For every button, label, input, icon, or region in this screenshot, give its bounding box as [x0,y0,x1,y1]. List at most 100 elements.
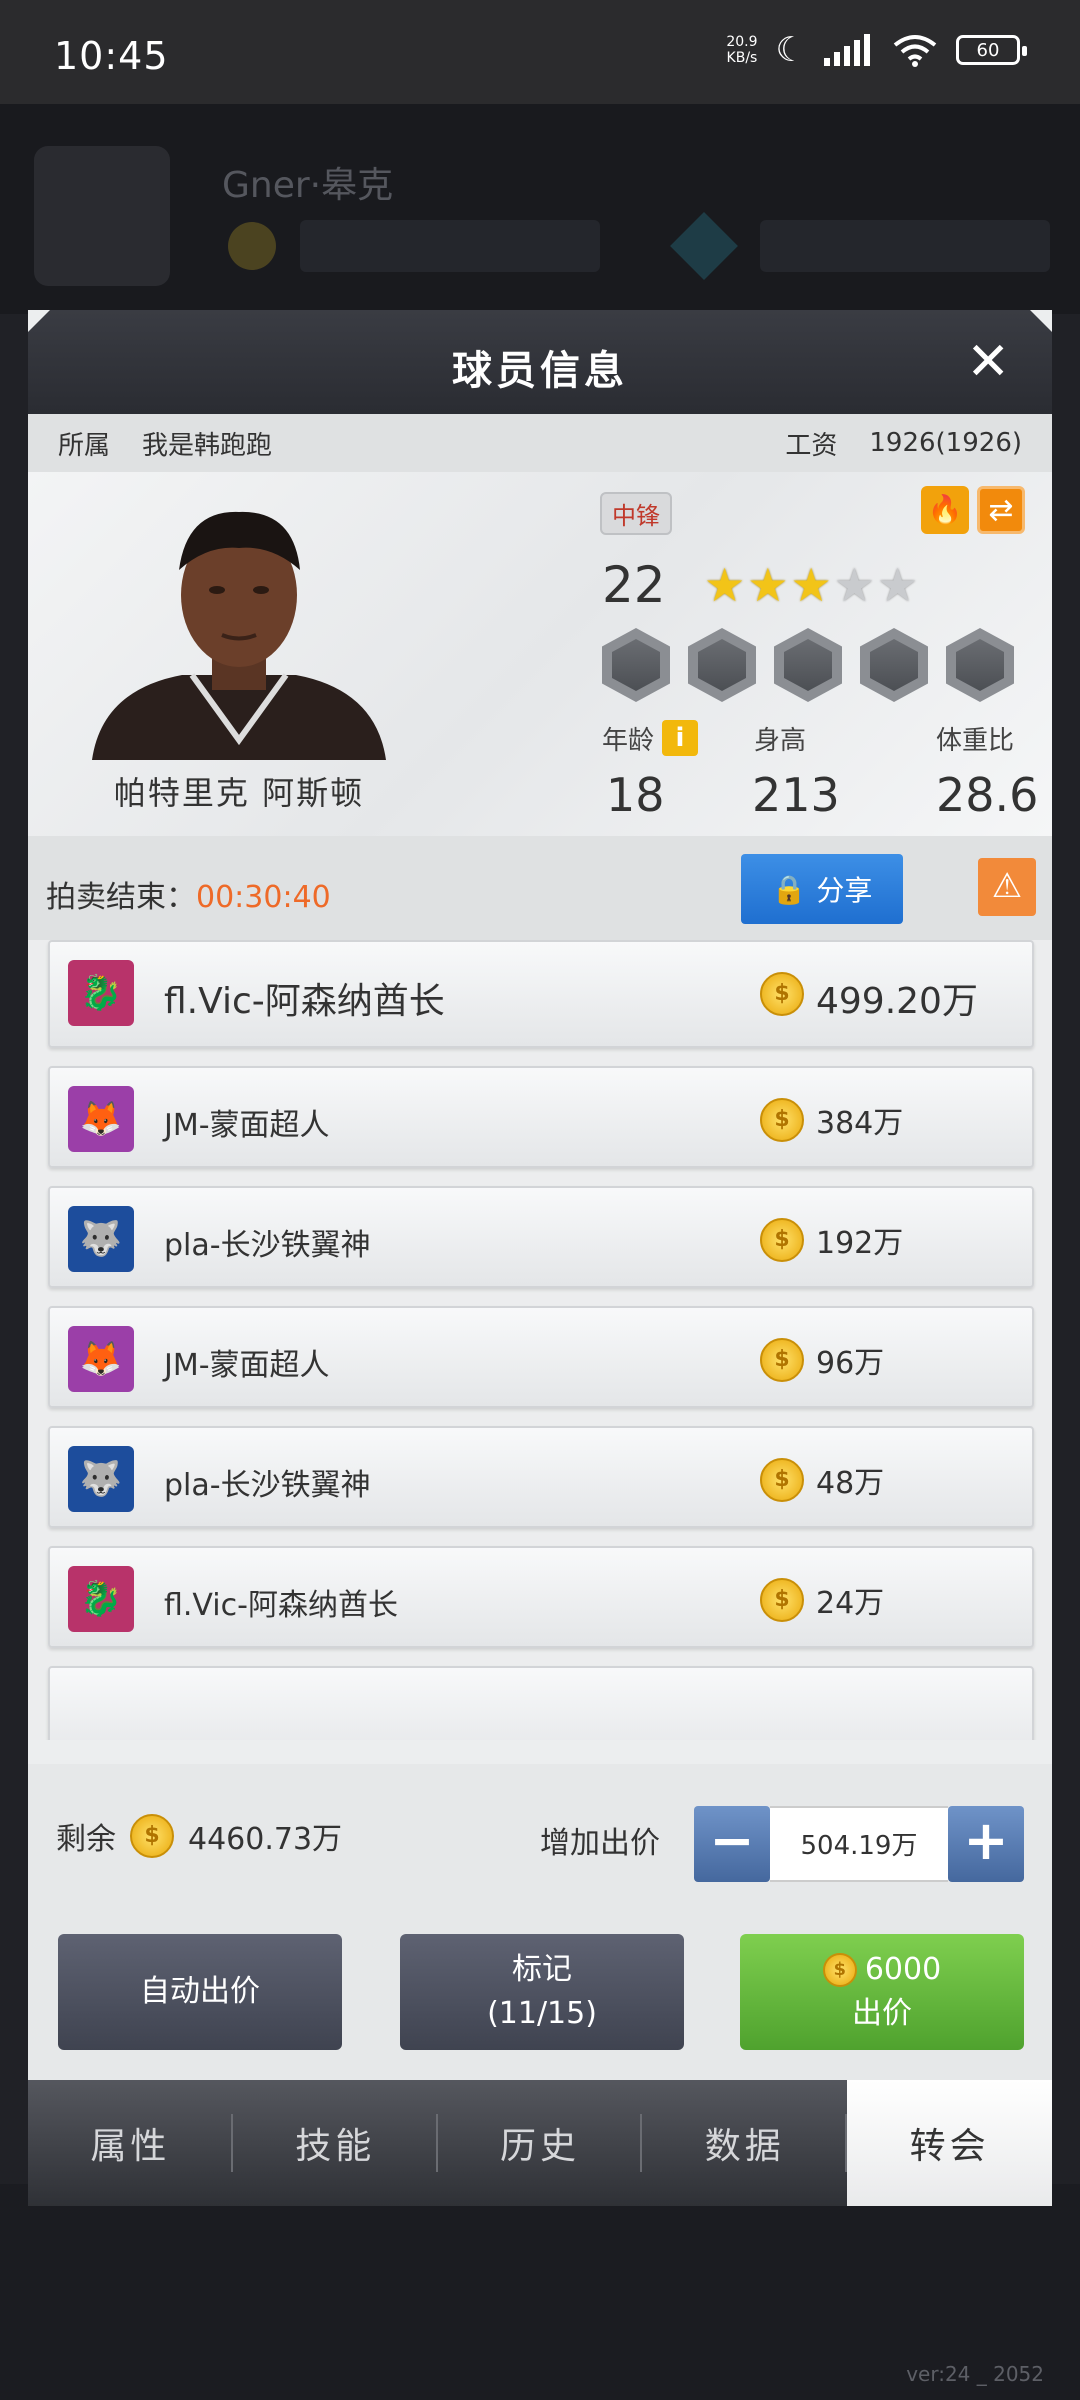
bid-team-name: fl.Vic-阿森纳酋长 [164,981,445,1022]
bid-row[interactable]: 🦊 JM-蒙面超人 $96万 [48,1306,1034,1408]
bid-amount: 24万 [816,1586,885,1621]
star-rating: ★ ★ ★ ★ ★ [704,558,918,612]
battery-icon: 60 [956,35,1027,65]
skill-slot-hex-icon[interactable] [774,628,842,702]
position-badge: 中锋 [600,492,672,535]
fire-icon[interactable]: 🔥 [921,486,969,534]
height-label: 身高 [754,726,807,756]
background-header: Gner·皋克 [0,104,1080,314]
remaining-balance: 剩余 $ 4460.73万 [56,1814,342,1858]
bid-row[interactable]: 🦊 JM-蒙面超人 $384万 [48,1066,1034,1168]
background-user-name: Gner·皋克 [222,165,394,206]
mark-button[interactable]: 标记 (11/15) [400,1934,684,2050]
info-icon[interactable]: i [662,720,699,756]
auto-bid-button[interactable]: 自动出价 [58,1934,342,2050]
tab-data[interactable]: 数据 [642,2080,847,2206]
coin-balance-bar [300,220,600,272]
bid-row[interactable]: 🐺 pla-长沙铁翼神 $192万 [48,1186,1034,1288]
salary-value: 1926(1926) [869,428,1022,458]
bid-amount: 48万 [816,1466,885,1501]
tab-attributes[interactable]: 属性 [28,2080,233,2206]
plus-button[interactable]: + [948,1806,1024,1882]
coin-icon: $ [760,1218,804,1262]
swap-icon[interactable]: ⇄ [977,486,1025,534]
skill-slot-hex-icon[interactable] [688,628,756,702]
modal-header: 球员信息 ✕ [28,310,1052,414]
player-name: 帕特里克 阿斯顿 [113,774,365,812]
increase-bid-value[interactable]: 504.19万 [770,1806,948,1882]
signal-icon [824,34,870,66]
wifi-icon [893,35,937,67]
auction-timer: 00:30:40 [196,880,331,915]
coin-icon: $ [760,1458,804,1502]
bid-amount: 192万 [816,1226,904,1261]
auto-bid-label: 自动出价 [140,1974,260,2009]
bid-amount: 384万 [816,1106,904,1141]
modal-title: 球员信息 [452,348,628,394]
network-speed: 20.9 KB/s [726,34,758,66]
share-label: 分享 [816,874,873,907]
team-logo-icon: 🐉 [68,1566,134,1632]
tab-skills[interactable]: 技能 [233,2080,438,2206]
status-icons: 20.9 KB/s ☾ 60 [726,30,1027,70]
player-portrait [92,511,386,760]
gem-icon [670,212,738,280]
team-logo-icon: 🦊 [68,1086,134,1152]
skill-slot-hex-icon[interactable] [602,628,670,702]
bid-team-name: JM-蒙面超人 [164,1348,330,1383]
bid-amount: 6000 [864,1952,942,1987]
skill-slot-hex-icon[interactable] [946,628,1014,702]
player-card: 帕特里克 阿斯顿 中锋 🔥 ⇄ 22 ★ ★ ★ ★ ★ 年龄i 身高 体重比 [28,472,1052,836]
close-icon[interactable]: ✕ [966,332,1010,392]
star-empty-icon: ★ [877,558,919,612]
bid-team-name: pla-长沙铁翼神 [164,1228,371,1263]
minus-button[interactable]: − [694,1806,770,1882]
increase-bid-label: 增加出价 [540,1826,660,1861]
tab-history[interactable]: 历史 [438,2080,643,2206]
bid-amount: 499.20万 [816,981,978,1022]
warning-icon[interactable]: ⚠ [978,858,1036,916]
moon-icon: ☾ [775,30,806,70]
remaining-value: 4460.73万 [188,1822,343,1857]
bid-team-name: fl.Vic-阿森纳酋长 [164,1588,398,1623]
team-logo-icon: 🐺 [68,1446,134,1512]
height-value: 213 [752,768,840,822]
skill-slot-hex-icon[interactable] [860,628,928,702]
tab-transfer[interactable]: 转会 [847,2080,1052,2206]
bid-stepper: − 504.19万 + [694,1806,1024,1882]
place-bid-button[interactable]: $ 6000 出价 [740,1934,1024,2050]
bid-row[interactable]: 🐺 pla-长沙铁翼神 $48万 [48,1426,1034,1528]
player-info-modal: 球员信息 ✕ 所属 我是韩跑跑 工资 1926(1926) 帕特里克 阿斯顿 中… [28,310,1052,2206]
star-icon: ★ [704,558,746,612]
clock: 10:45 [54,34,169,78]
share-button[interactable]: 🔒 分享 [741,854,903,924]
coin-icon: $ [822,1953,857,1987]
bid-amount: 96万 [816,1346,885,1381]
owner-salary-row: 所属 我是韩跑跑 工资 1926(1926) [28,414,1052,472]
mark-label: 标记 [512,1952,572,1987]
age-label: 年龄 [602,726,655,756]
coin-icon: $ [760,972,804,1016]
coin-icon: $ [760,1578,804,1622]
star-icon: ★ [747,558,789,612]
salary-label: 工资 [785,430,838,461]
bid-row[interactable]: 🐉 fl.Vic-阿森纳酋长 $499.20万 [48,940,1034,1048]
team-logo-icon: 🦊 [68,1326,134,1392]
stat-labels: 年龄 i 身高 体重比 [602,720,1032,760]
bid-label: 出价 [852,1996,912,2031]
auction-label: 拍卖结束： [46,880,196,915]
player-level: 22 [602,556,666,614]
bid-row[interactable]: 🐉 fl.Vic-阿森纳酋长 $24万 [48,1546,1034,1648]
age-label-wrap: 年龄 i [602,720,699,757]
skill-slots [602,628,1014,702]
star-icon: ★ [790,558,832,612]
bid-price: $ 6000 [822,1948,942,1992]
bid-list[interactable]: 🐉 fl.Vic-阿森纳酋长 $499.20万 🦊 JM-蒙面超人 $384万 🐺 pla-长… [28,940,1052,1740]
stat-values: 18 213 28.6 [602,768,1038,828]
bid-row-partial[interactable] [48,1666,1034,1740]
team-logo-icon: 🐺 [68,1206,134,1272]
remaining-label: 剩余 [56,1822,116,1857]
team-logo-icon: 🐉 [68,960,134,1026]
coin-icon [228,222,276,270]
coin-icon: $ [760,1338,804,1382]
